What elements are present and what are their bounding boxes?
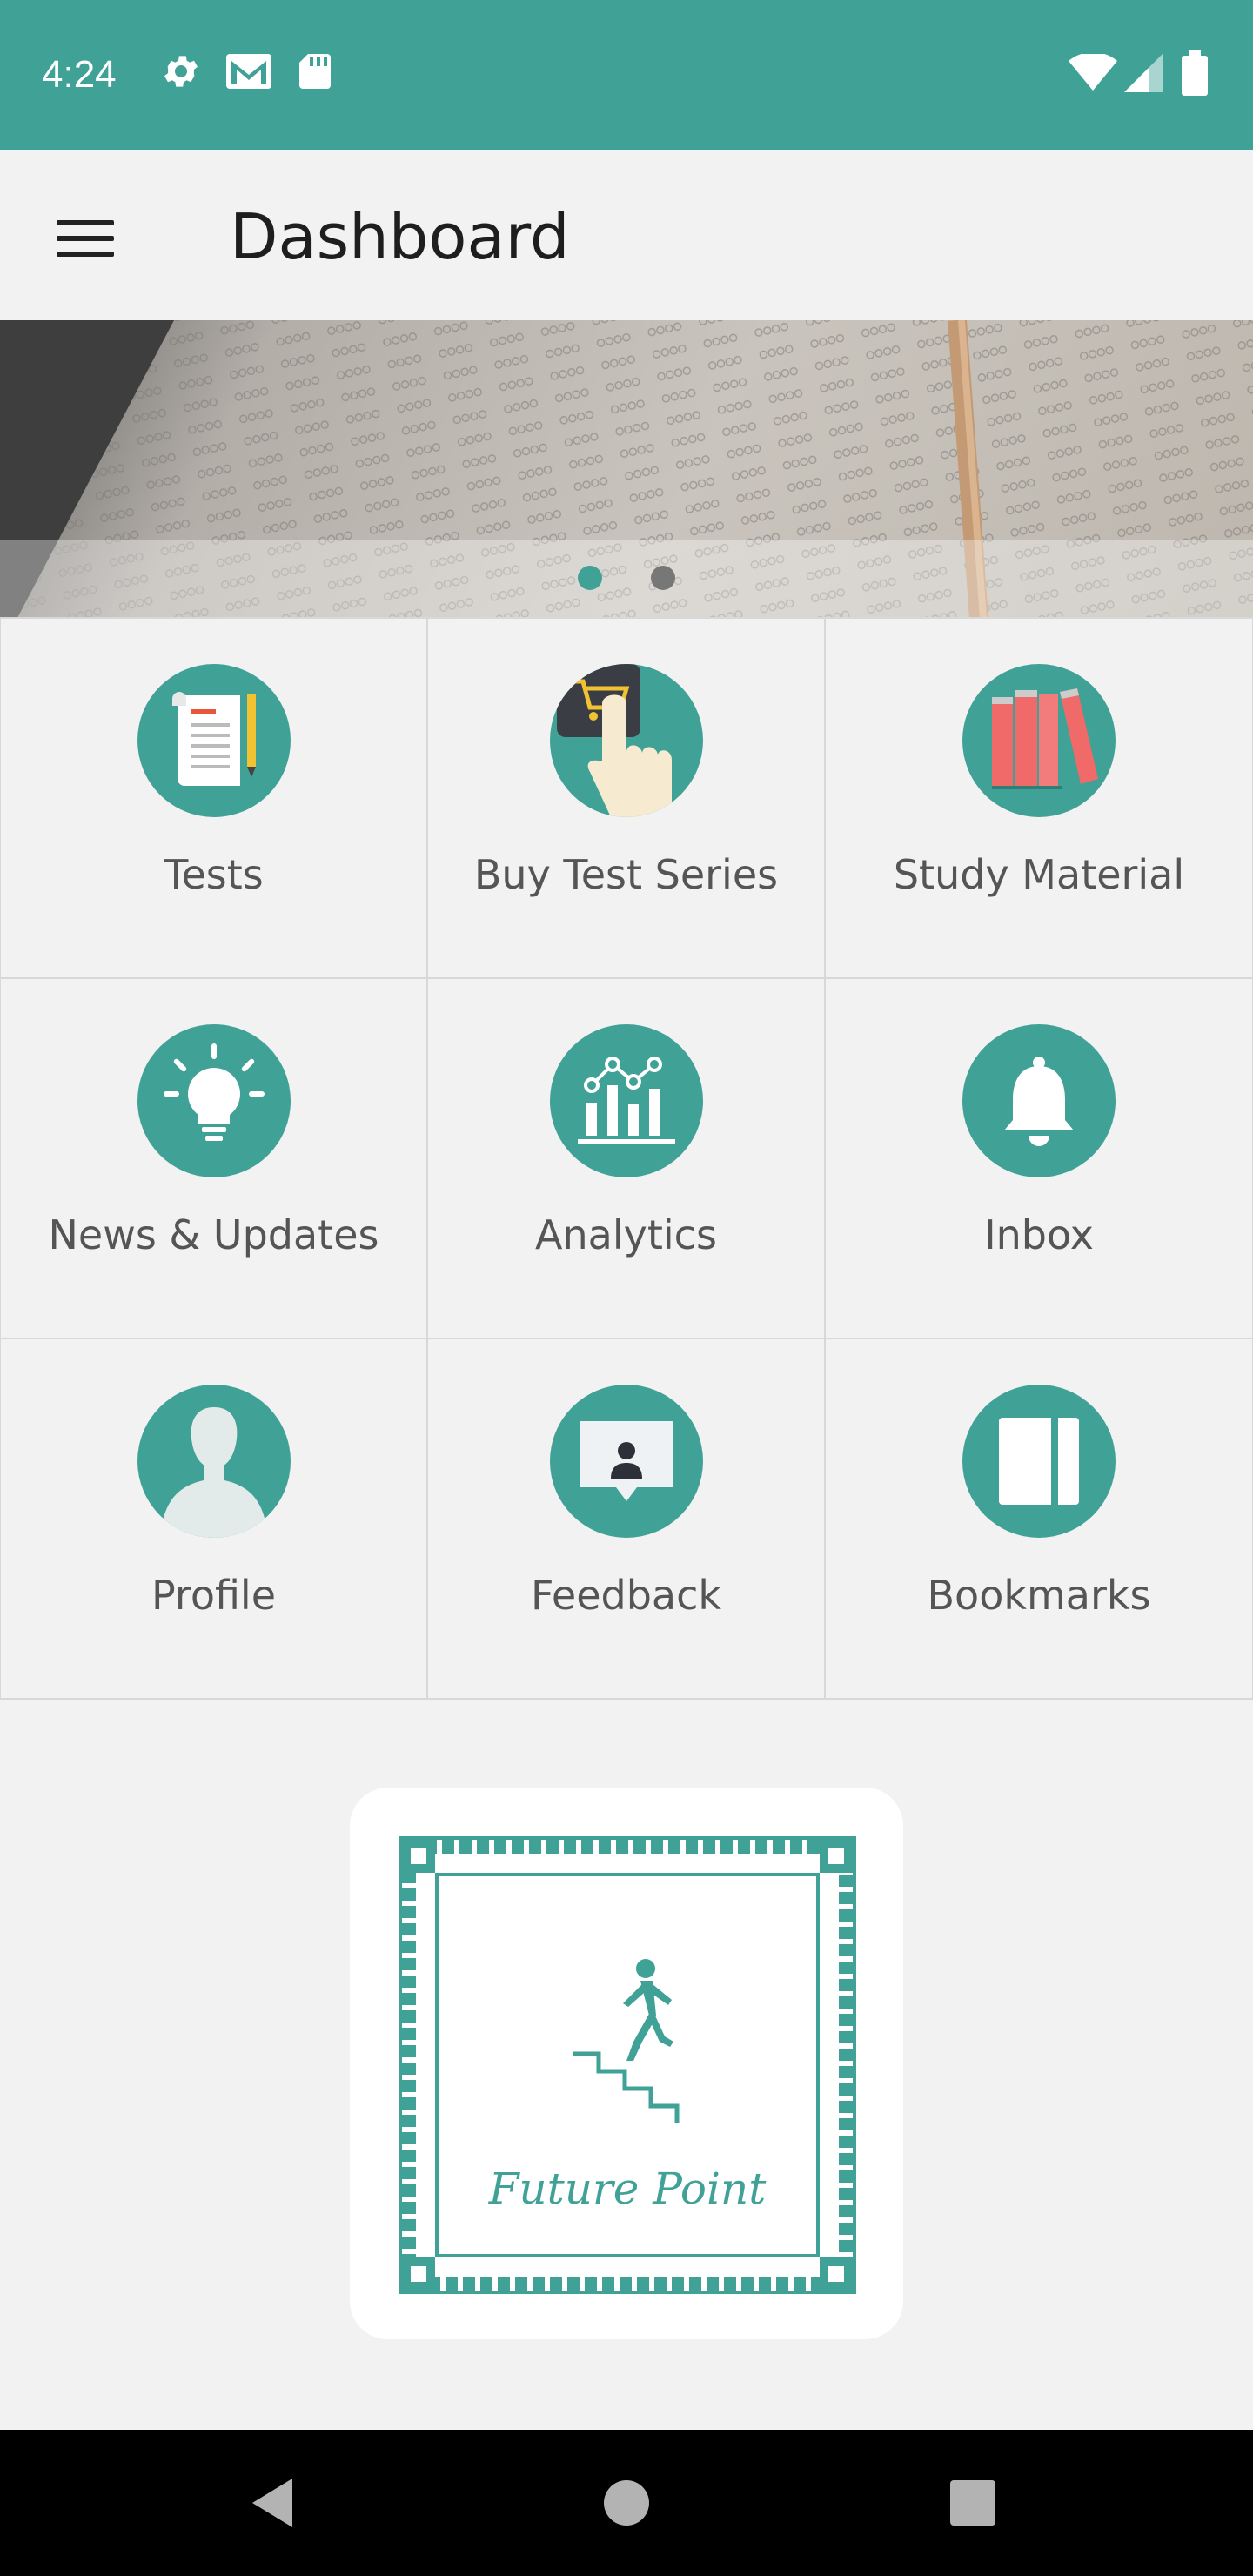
tile-label: News & Updates xyxy=(48,1211,379,1258)
page-title: Dashboard xyxy=(230,200,570,273)
tile-inbox[interactable]: Inbox xyxy=(824,977,1253,1339)
tile-analytics[interactable]: Analytics xyxy=(426,977,826,1339)
tile-label: Bookmarks xyxy=(927,1572,1151,1619)
status-bar: 4:24 xyxy=(0,0,1253,150)
carousel-dot[interactable] xyxy=(651,566,675,590)
battery-icon xyxy=(1182,50,1208,96)
tile-label: Tests xyxy=(164,851,264,898)
test-paper-icon xyxy=(137,664,291,817)
system-nav-bar xyxy=(0,2430,1253,2576)
books-icon xyxy=(962,664,1116,817)
tile-label: Analytics xyxy=(535,1211,717,1258)
feedback-icon xyxy=(549,1385,703,1538)
tile-news-updates[interactable]: News & Updates xyxy=(0,977,428,1339)
tile-label: Buy Test Series xyxy=(473,851,779,898)
gmail-icon xyxy=(226,54,271,89)
bookmark-icon xyxy=(962,1385,1116,1538)
tile-tests[interactable]: Tests xyxy=(0,617,428,979)
tile-buy-test-series[interactable]: Buy Test Series xyxy=(426,617,826,979)
analytics-chart-icon xyxy=(549,1024,703,1177)
sd-card-icon xyxy=(299,54,331,89)
logo-text: Future Point xyxy=(488,2163,767,2214)
home-icon[interactable] xyxy=(600,2477,653,2529)
tile-profile[interactable]: Profile xyxy=(0,1338,428,1700)
carousel-dot-active[interactable] xyxy=(578,566,602,590)
tile-label: Profile xyxy=(151,1572,277,1619)
logo-card: Future Point xyxy=(350,1788,903,2339)
wifi-icon xyxy=(1069,54,1117,91)
hamburger-menu-icon[interactable] xyxy=(42,195,129,282)
bell-icon xyxy=(962,1024,1116,1177)
signal-icon xyxy=(1124,54,1163,92)
tile-label: Study Material xyxy=(893,851,1185,898)
tile-bookmarks[interactable]: Bookmarks xyxy=(824,1338,1253,1700)
user-icon xyxy=(137,1385,291,1538)
recents-icon[interactable] xyxy=(948,2479,997,2527)
banner-overlay xyxy=(0,540,1253,618)
tile-study-material[interactable]: Study Material xyxy=(824,617,1253,979)
tile-feedback[interactable]: Feedback xyxy=(426,1338,826,1700)
dashboard-grid: Tests Buy Test Series Study Material New… xyxy=(0,617,1253,1700)
tile-label: Inbox xyxy=(984,1211,1094,1258)
tile-label: Feedback xyxy=(530,1572,722,1619)
status-time: 4:24 xyxy=(42,53,117,96)
settings-icon xyxy=(164,56,198,87)
lightbulb-icon xyxy=(137,1024,291,1177)
app-bar: Dashboard xyxy=(0,150,1253,320)
back-icon[interactable] xyxy=(247,2472,299,2534)
shopping-cart-icon xyxy=(549,664,703,817)
man-climbing-stairs-icon xyxy=(623,1959,673,2061)
logo: Future Point xyxy=(399,1836,856,2294)
banner-carousel[interactable] xyxy=(0,320,1253,618)
